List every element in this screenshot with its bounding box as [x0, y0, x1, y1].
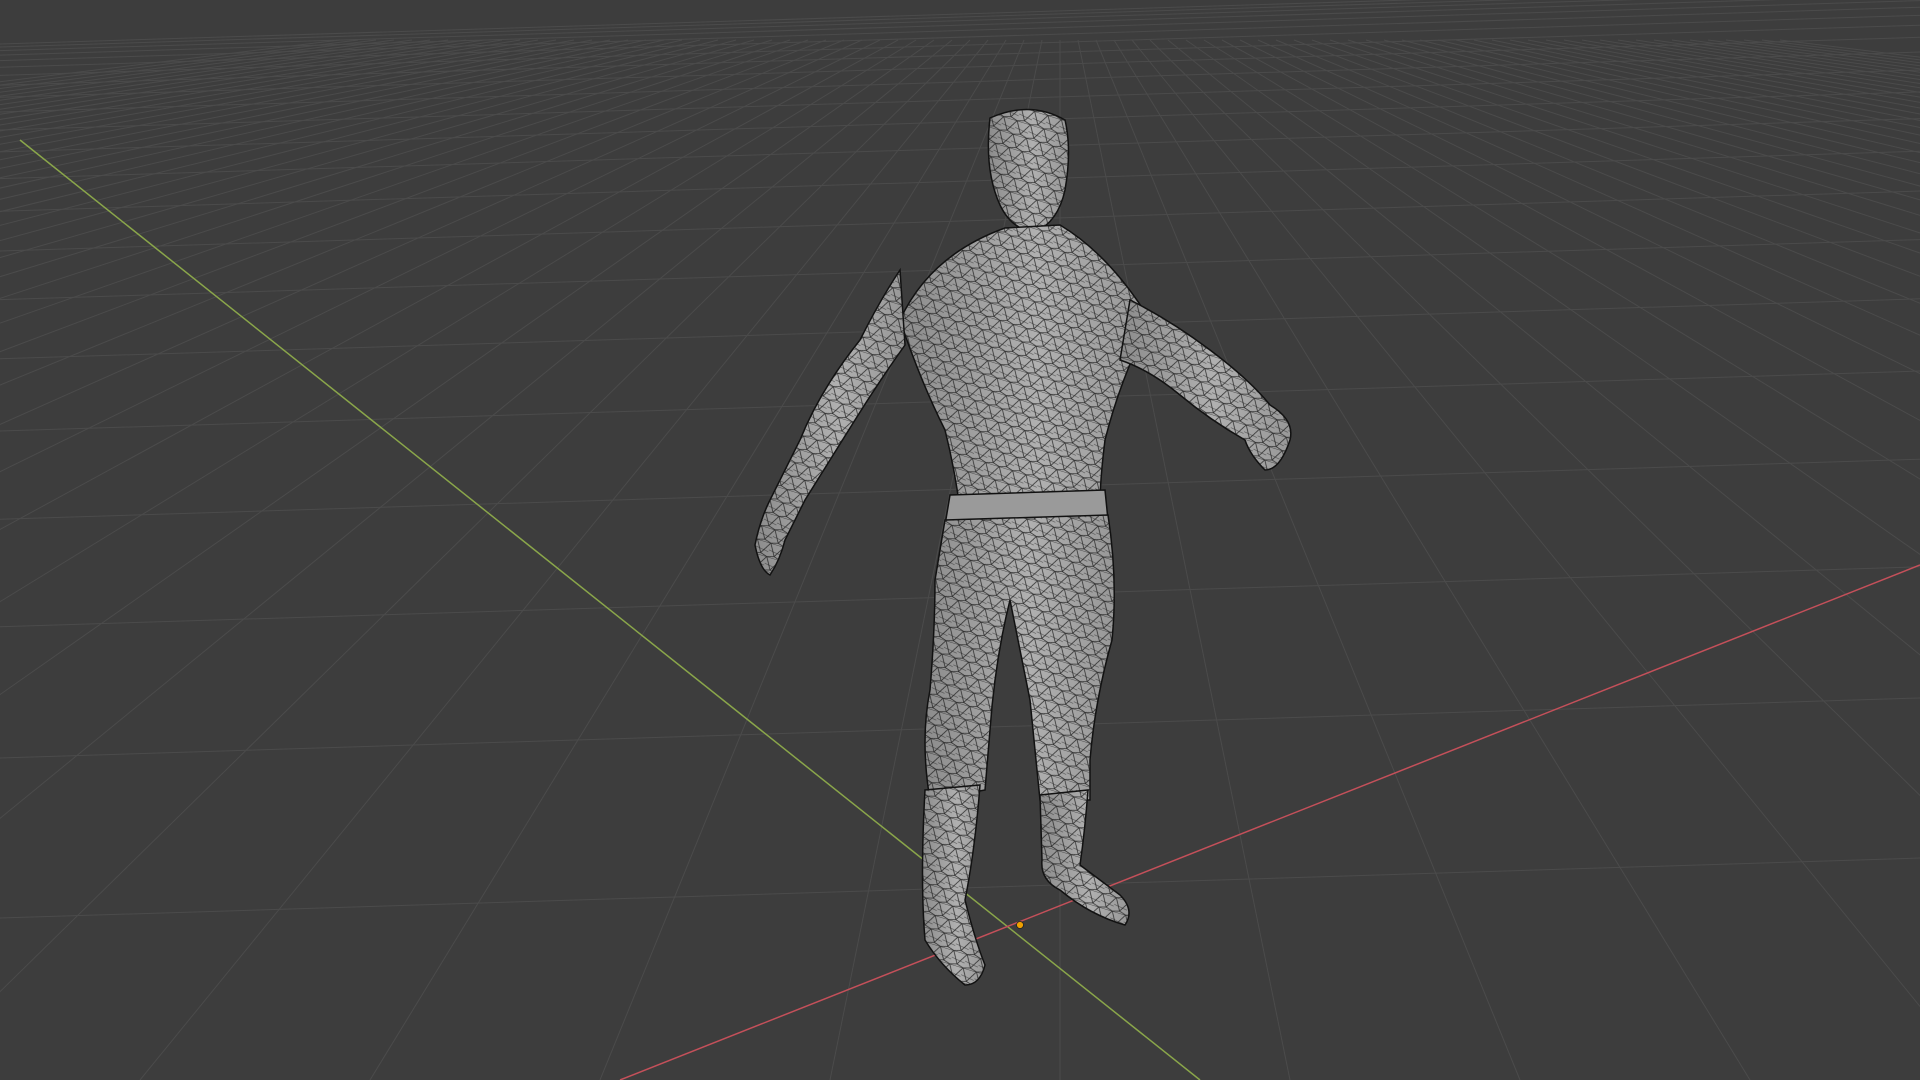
- grid-line: [1653, 39, 1920, 81]
- grid-line: [0, 39, 809, 324]
- grid-line: [1185, 39, 1920, 556]
- grid-line: [1761, 39, 1920, 61]
- grid-line: [0, 150, 1920, 212]
- grid-line: [0, 39, 701, 213]
- grid-line: [0, 39, 719, 226]
- grid-line: [0, 39, 413, 97]
- grid-line: [0, 39, 647, 179]
- viewport-canvas[interactable]: [0, 0, 1920, 1080]
- grid-line: [0, 39, 863, 425]
- grid-line: [1437, 39, 1920, 154]
- grid-line: [0, 69, 1920, 131]
- grid-line: [1113, 39, 1751, 1080]
- grid-line: [1545, 39, 1920, 109]
- grid-line: [1455, 39, 1920, 144]
- grid-line: [1203, 39, 1920, 480]
- grid-line: [0, 190, 1920, 252]
- grid-line: [0, 39, 521, 126]
- grid-line: [1347, 39, 1920, 216]
- grid-line: [1401, 39, 1920, 175]
- grid-line: [139, 39, 989, 1080]
- grid-line: [0, 39, 791, 299]
- grid-line: [0, 39, 683, 200]
- grid-line: [1707, 39, 1920, 70]
- grid-line: [1239, 39, 1920, 375]
- grid-line: [0, 39, 827, 353]
- grid-line: [1563, 39, 1920, 103]
- grid-line: [1689, 39, 1920, 73]
- grid-line: [0, 39, 845, 386]
- grid-line: [0, 0, 1521, 48]
- grid-line: [0, 39, 737, 242]
- character-mesh[interactable]: [754, 108, 1292, 986]
- grid-line: [0, 39, 539, 132]
- x-axis-line: [619, 564, 1920, 1080]
- origin-marker-icon: [1016, 921, 1024, 929]
- grid-line: [1383, 39, 1920, 187]
- grid-line: [0, 6, 1920, 68]
- grid-line: [0, 39, 935, 696]
- grid-line: [0, 39, 341, 83]
- grid-line: [1131, 39, 1920, 1008]
- grid-line: [0, 39, 377, 90]
- grid-line: [1527, 39, 1920, 115]
- grid-line: [1779, 39, 1920, 58]
- grid-line: [0, 118, 1920, 180]
- grid-line: [0, 39, 467, 110]
- grid-line: [1329, 39, 1920, 234]
- grid-line: [0, 39, 503, 120]
- grid-line: [0, 39, 359, 86]
- 3d-viewport[interactable]: [0, 0, 1920, 1080]
- grid-line: [369, 39, 1007, 1080]
- grid-line: [1095, 39, 1521, 1080]
- grid-line: [1419, 39, 1920, 164]
- grid-line: [0, 39, 395, 93]
- grid-line: [0, 91, 1920, 153]
- grid-line: [1365, 39, 1920, 201]
- grid-line: [1635, 39, 1920, 85]
- grid-line: [1311, 39, 1920, 254]
- grid-line: [1221, 39, 1920, 422]
- grid-line: [1671, 39, 1920, 77]
- grid-line: [1275, 39, 1920, 304]
- grid-line: [1257, 39, 1920, 336]
